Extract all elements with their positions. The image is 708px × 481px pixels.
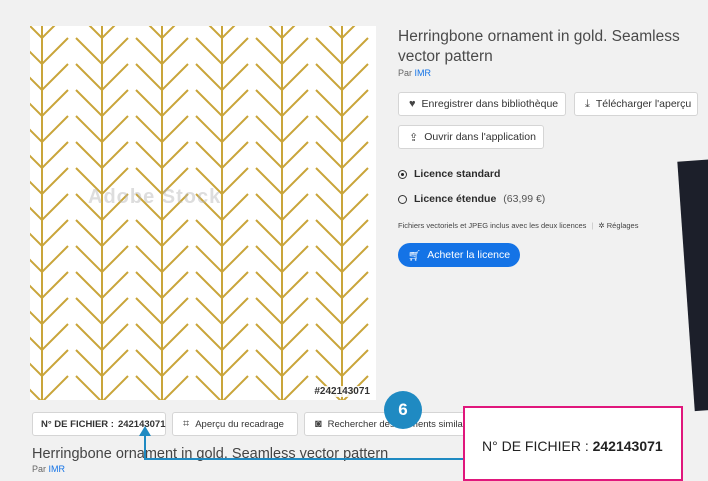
callout-arrow [139, 426, 463, 460]
callout-file-number: N° DE FICHIER : 242143071 [482, 438, 663, 454]
step-badge: 6 [384, 391, 422, 429]
callout-value: 242143071 [592, 438, 663, 454]
callout-label: N° DE FICHIER : [482, 438, 589, 454]
